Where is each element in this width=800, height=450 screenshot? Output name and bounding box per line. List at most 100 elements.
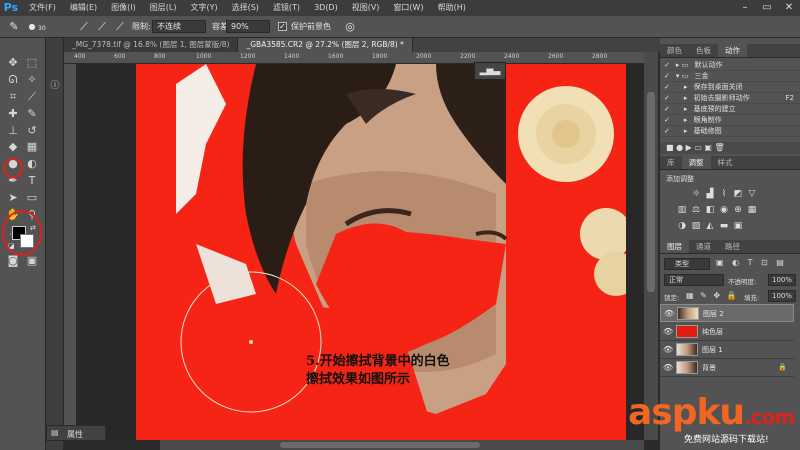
quick-select-tool-icon[interactable]: ✧ [23, 71, 41, 88]
action-row[interactable]: ✓ ▸ 保存到桌面关闭 [660, 82, 800, 93]
action-row[interactable]: ✓ ▸ 基础修图 [660, 126, 800, 137]
layer-row[interactable]: 👁 图层 2 [660, 304, 794, 322]
menu-type[interactable]: 文字(Y) [183, 0, 224, 16]
background-eraser-tool-icon[interactable]: ✎ [6, 19, 22, 34]
tab-actions[interactable]: 动作 [718, 44, 747, 57]
pressure-size-icon[interactable]: ◎ [342, 19, 358, 34]
tab-paths[interactable]: 路径 [718, 240, 747, 253]
gradient-tool-icon[interactable]: ▦ [23, 138, 41, 155]
selective-color-icon[interactable]: ▣ [732, 220, 744, 232]
invert-icon[interactable]: ◑ [676, 220, 688, 232]
visibility-eye-icon[interactable]: 👁 [664, 309, 674, 318]
visibility-eye-icon[interactable]: 👁 [663, 345, 673, 354]
hue-saturation-icon[interactable]: ▥ [676, 204, 688, 216]
tab-channels[interactable]: 通道 [689, 240, 718, 253]
layer-filter-icons[interactable]: ▣ ◐ T ⊡ ▤ [716, 258, 787, 267]
menu-image[interactable]: 图像(I) [104, 0, 143, 16]
tab-doc-1[interactable]: _MG_7378.tif @ 16.8% (图层 1, 图层蒙版/8) [64, 38, 239, 52]
maximize-button[interactable]: ▭ [756, 0, 778, 16]
tab-doc-2[interactable]: _GBA3585.CR2 @ 27.2% (图层 2, RGB/8) * [238, 38, 413, 52]
menu-view[interactable]: 视图(V) [345, 0, 387, 16]
document-canvas[interactable]: 5.开始擦拭背景中的白色 擦拭效果如图所示 [136, 64, 626, 440]
lasso-tool-icon[interactable]: ᘏ [4, 71, 22, 88]
menu-edit[interactable]: 编辑(E) [63, 0, 104, 16]
visibility-eye-icon[interactable]: 👁 [663, 327, 673, 336]
opacity-input[interactable]: 100% [768, 274, 796, 286]
eyedropper-tool-icon[interactable]: ⟋ [23, 88, 41, 105]
menu-help[interactable]: 帮助(H) [431, 0, 473, 16]
background-eraser-tool-icon[interactable]: ◆ [4, 138, 22, 155]
tab-adjustments[interactable]: 调整 [681, 156, 711, 169]
action-set-row[interactable]: ✓ ▾ ▭ 三金 [660, 71, 800, 82]
histogram-icon[interactable]: ▂▅▃ [474, 62, 506, 80]
layer-row[interactable]: 👁 背景 🔒 [660, 359, 794, 377]
vertical-scroll-thumb[interactable] [647, 92, 655, 292]
properties-panel-tab[interactable]: ▤ 属性 [46, 425, 106, 441]
marquee-tool-icon[interactable]: ⬚ [23, 54, 41, 71]
action-set-row[interactable]: ✓ ▸ ▭ 默认动作 [660, 60, 800, 71]
layer-filter-select[interactable]: 类型 [664, 258, 710, 270]
clone-stamp-tool-icon[interactable]: ⊥ [4, 122, 22, 139]
fill-input[interactable]: 100% [768, 290, 796, 302]
action-row[interactable]: ✓ ▸ 眼角制作 [660, 115, 800, 126]
sampling-once-icon[interactable]: ⟋ [94, 19, 110, 34]
tab-layers[interactable]: 图层 [660, 240, 689, 253]
limit-select[interactable]: 不连续 [152, 20, 206, 33]
close-button[interactable]: ✕ [778, 0, 800, 16]
tab-color[interactable]: 颜色 [660, 44, 689, 57]
curves-icon[interactable]: ⌇ [718, 188, 730, 200]
healing-brush-tool-icon[interactable]: ✚ [4, 105, 22, 122]
rectangle-tool-icon[interactable]: ▭ [23, 189, 41, 206]
info-icon[interactable]: ⓘ [48, 78, 62, 92]
vertical-scrollbar[interactable] [644, 52, 658, 440]
horizontal-scrollbar[interactable] [160, 440, 644, 450]
photo-filter-icon[interactable]: ◉ [718, 204, 730, 216]
path-select-tool-icon[interactable]: ➤ [4, 189, 22, 206]
tab-library[interactable]: 库 [660, 156, 682, 169]
pen-tool-icon[interactable]: ✒ [4, 172, 22, 189]
menu-layer[interactable]: 图层(L) [143, 0, 184, 16]
brightness-icon[interactable]: ☼ [690, 188, 702, 200]
tab-swatches[interactable]: 色板 [689, 44, 718, 57]
menu-file[interactable]: 文件(F) [22, 0, 63, 16]
vibrance-icon[interactable]: ▽ [746, 188, 758, 200]
menu-filter[interactable]: 滤镜(T) [266, 0, 307, 16]
layer-row[interactable]: 👁 图层 1 [660, 341, 794, 359]
tolerance-input[interactable]: 90% [226, 20, 270, 33]
lock-icons[interactable]: ▦ ✎ ✥ 🔒 [686, 291, 739, 300]
tab-styles[interactable]: 样式 [711, 156, 740, 169]
blur-tool-icon[interactable]: ● [4, 155, 22, 172]
sampling-swatch-icon[interactable]: ⟋ [112, 19, 128, 34]
minimize-button[interactable]: – [734, 0, 756, 16]
visibility-eye-icon[interactable]: 👁 [663, 363, 673, 372]
posterize-icon[interactable]: ▨ [690, 220, 702, 232]
menu-window[interactable]: 窗口(W) [386, 0, 430, 16]
move-tool-icon[interactable]: ✥ [4, 54, 22, 71]
quick-mask-icon[interactable]: ◙ [4, 252, 22, 269]
action-row[interactable]: ✓ ▸ 初始去摄影师动作 F2 [660, 93, 800, 104]
threshold-icon[interactable]: ◭ [704, 220, 716, 232]
protect-foreground-checkbox[interactable]: ✓ [278, 22, 287, 31]
levels-icon[interactable]: ▟ [704, 188, 716, 200]
document-tabs: _MG_7378.tif @ 16.8% (图层 1, 图层蒙版/8) _GBA… [64, 38, 660, 52]
exposure-icon[interactable]: ◩ [732, 188, 744, 200]
action-row[interactable]: ✓ ▸ 基底预的建立 [660, 104, 800, 115]
lock-icon: 🔒 [778, 363, 787, 371]
horizontal-scroll-thumb[interactable] [280, 442, 480, 448]
history-brush-tool-icon[interactable]: ↺ [23, 122, 41, 139]
dodge-tool-icon[interactable]: ◐ [23, 155, 41, 172]
black-white-icon[interactable]: ◧ [704, 204, 716, 216]
type-tool-icon[interactable]: T [23, 172, 41, 189]
color-lookup-icon[interactable]: ▦ [746, 204, 758, 216]
menu-3d[interactable]: 3D(D) [307, 0, 345, 16]
blend-mode-select[interactable]: 正常 [664, 274, 724, 286]
channel-mixer-icon[interactable]: ⊕ [732, 204, 744, 216]
crop-tool-icon[interactable]: ⌗ [4, 88, 22, 105]
color-balance-icon[interactable]: ⚖ [690, 204, 702, 216]
sampling-continuous-icon[interactable]: ⟋ [76, 19, 92, 34]
gradient-map-icon[interactable]: ▬ [718, 220, 730, 232]
layer-row[interactable]: 👁 纯色层 [660, 323, 794, 341]
brush-tool-icon[interactable]: ✎ [23, 105, 41, 122]
menu-select[interactable]: 选择(S) [225, 0, 266, 16]
screen-mode-icon[interactable]: ▣ [23, 252, 41, 269]
